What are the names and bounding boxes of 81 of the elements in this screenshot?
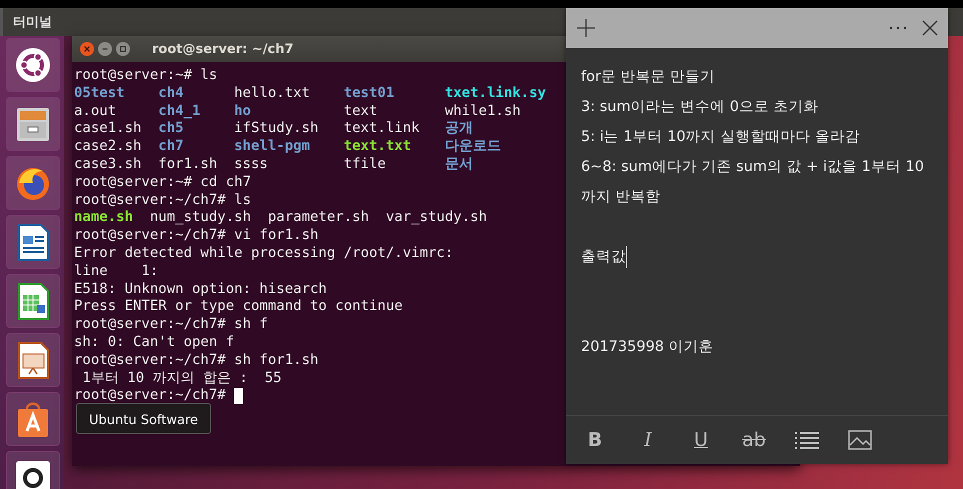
terminal-text: root@server:~# ls [74,67,218,85]
ubuntu-logo-icon [13,45,53,85]
terminal-text: for1.sh [158,156,218,172]
terminal-text: case1.sh [74,120,142,136]
add-note-button[interactable] [576,18,596,38]
insert-image-button[interactable] [847,430,873,450]
terminal-text: root@server:~/ch7# sh f [74,316,268,334]
note-text: 출력값 [581,248,626,267]
maximize-icon [119,45,127,53]
directory-name: 다운로드 [444,138,501,154]
terminal-text: text.link [344,120,420,136]
directory-name: ch5 [158,120,184,136]
plus-icon [576,18,596,38]
terminal-text: root@server:~/ch7# sh for1.sh [74,352,318,370]
underline-button[interactable]: U [688,429,714,451]
terminal-text: ssss [234,156,268,172]
note-text: for문 반복문 만들기 [581,68,716,87]
close-button[interactable] [922,20,938,36]
files-launcher-button[interactable] [6,97,60,151]
note-text: 201735998 이기훈 [581,338,714,357]
app-title: 터미널 [13,14,52,31]
terminal-text: Press ENTER or type command to continue [74,298,403,316]
tooltip-text: Ubuntu Software [89,413,198,428]
software-launcher-button[interactable] [6,392,60,446]
note-text: 3: sum이라는 변수에 0으로 초기화 [581,98,819,117]
directory-name: ch7 [158,138,184,154]
writer-launcher-button[interactable] [6,215,60,269]
note-text-area[interactable]: for문 반복문 만들기 3: sum이라는 변수에 0으로 초기화 5: i는 1부터 10까지 실행할때마다 올라감 6~8: sum에다가 기존 sum의 값 + i값을 1부터 10까지 반복함 출력값 201735998 이기훈 [566,48,948,415]
directory-name: shell-pgm [234,138,310,154]
terminal-text: 1부터 10 까지의 합은 : 55 [81,370,282,388]
terminal-text: root@server:~# cd ch7 [74,174,252,192]
directory-name: 공개 [444,120,473,136]
bullet-list-button[interactable] [794,431,820,449]
terminal-text: text [344,102,378,119]
terminal-text: E518: Unknown option: hisearch [74,280,327,298]
directory-name: ch4_1 [158,102,200,119]
window-title: root@server: ~/ch7 [152,42,294,56]
close-button[interactable] [80,42,94,56]
terminal-text: num_study.sh [150,209,252,228]
list-icon [795,431,819,449]
calc-launcher-button[interactable] [6,274,60,328]
dash-launcher-button[interactable] [6,38,60,92]
impress-launcher-button[interactable] [6,333,60,387]
executable-name: text.txt [344,138,412,154]
terminal-text: while1.sh [444,102,521,119]
more-icon [888,25,908,31]
italic-button[interactable]: I [635,429,661,451]
more-button[interactable] [888,25,908,31]
terminal-text: ifStudy.sh [234,120,318,136]
terminal-text: sh: 0: Can't open f [74,334,234,352]
executable-name: name.sh [74,209,134,228]
shopping-icon [13,458,53,489]
directory-name: test01 [344,84,394,101]
bold-button[interactable]: B [582,429,608,451]
terminal-text: root@server:~/ch7# ls [74,192,252,210]
terminal-text: Error detected while processing /root/.vimrc: [74,244,454,263]
terminal-text: a.out [74,102,116,119]
directory-name: ch4 [158,84,184,101]
terminal-text: tfile [344,156,386,172]
terminal-text: parameter.sh [268,209,370,228]
terminal-text: root@server:~/ch7# [74,387,226,406]
minimize-button[interactable] [98,42,112,56]
maximize-button[interactable] [116,42,130,56]
terminal-text: case2.sh [74,138,142,154]
note-text: 5: i는 1부터 10까지 실행할때마다 올라감 [581,128,860,147]
close-icon [83,45,91,53]
terminal-text: case3.sh [74,156,142,172]
terminal-text: root@server:~/ch7# vi for1.sh [74,227,318,245]
amazon-launcher-button[interactable] [6,451,60,489]
terminal-text: hello.txt [234,84,310,101]
image-icon [848,430,872,450]
directory-name: ho [234,102,251,119]
strikethrough-button[interactable]: ab [741,429,767,451]
firefox-launcher-button[interactable] [6,156,60,210]
directory-name: 05test [74,84,125,101]
terminal-text: var_study.sh [386,209,488,228]
directory-name: 문서 [444,156,473,172]
link-name: txet.link.sy [444,84,546,101]
close-icon [922,20,938,36]
terminal-text: line 1: [74,262,158,281]
note-text: 6~8: sum에다가 기존 sum의 값 + i값을 1부터 10까지 반복함 [581,158,925,207]
